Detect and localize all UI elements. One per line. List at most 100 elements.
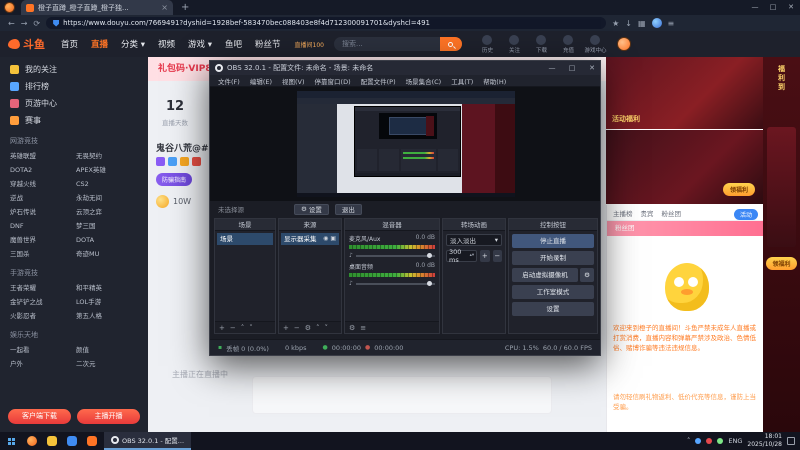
chat-tab[interactable]: 主播榜	[613, 208, 633, 218]
speaker-icon[interactable]: ♪	[349, 252, 353, 259]
sidebar-game-link[interactable]: 梦三国	[76, 219, 142, 233]
obs-menu-item[interactable]: 停靠窗口(D)	[310, 76, 356, 86]
lock-icon[interactable]: ▣	[330, 233, 336, 245]
sidebar-game-link[interactable]: 炉石传说	[10, 205, 76, 219]
add-scene-icon[interactable]: +	[219, 324, 225, 332]
sidebar-section-title[interactable]: 娱乐天地	[0, 323, 148, 343]
nav-item[interactable]: 首页	[61, 38, 78, 50]
sidebar-game-link[interactable]: 户外	[10, 357, 76, 371]
tray-app-icon[interactable]	[717, 438, 723, 444]
studio-mode-button[interactable]: 工作室模式	[512, 285, 594, 299]
remove-scene-icon[interactable]: −	[230, 324, 236, 332]
search-button[interactable]	[440, 37, 462, 51]
mixer-gear-icon[interactable]: ⚙	[349, 324, 355, 332]
start-recording-button[interactable]: 开始录制	[512, 251, 594, 265]
mixer-dock-title[interactable]: 混音器	[345, 219, 439, 231]
sidebar-game-link[interactable]: 云顶之弈	[76, 205, 142, 219]
sidebar-game-link[interactable]: DOTA	[76, 233, 142, 247]
sidebar-section-title[interactable]: 网游竞技	[0, 129, 148, 149]
sidebar-game-link[interactable]: CS2	[76, 177, 142, 191]
obs-maximize-button[interactable]: □	[564, 61, 580, 75]
sidebar-game-link[interactable]: 金铲铲之战	[10, 295, 76, 309]
sidebar-section-title[interactable]: 手游竞技	[0, 261, 148, 281]
taskbar-clock[interactable]: 18:01 2025/10/28	[747, 433, 782, 449]
volume-slider[interactable]	[356, 255, 435, 257]
transition-select[interactable]: 淡入淡出 ▾	[446, 234, 502, 246]
go-live-button[interactable]: 主播开播	[77, 409, 140, 424]
notification-center-icon[interactable]	[787, 437, 795, 445]
right-skin-ad[interactable]: 福利到 领福利	[763, 57, 800, 432]
promo-card-2[interactable]: 领福利	[606, 130, 763, 204]
sidebar-game-link[interactable]: 颜值	[76, 343, 142, 357]
browser-logo-icon[interactable]	[4, 2, 15, 13]
source-item[interactable]: 显示器采集 ◉ ▣	[281, 233, 339, 245]
active-tab[interactable]: 橙子直蹲_橙子直蹲_橙子独... ×	[21, 0, 173, 15]
transitions-dock-title[interactable]: 转场动画	[443, 219, 505, 231]
sidebar-game-link[interactable]: 永劫无间	[76, 191, 142, 205]
obs-titlebar[interactable]: OBS 32.0.1 - 配置文件: 未命名 - 场景: 未命名 — □ ✕	[210, 61, 600, 75]
sidebar-game-link[interactable]: DOTA2	[10, 163, 76, 177]
transition-duration-input[interactable]: 300 ms ▴▾	[446, 250, 477, 262]
nav-item[interactable]: 分类 ▾	[121, 38, 145, 50]
sidebar-game-link[interactable]: APEX英雄	[76, 163, 142, 177]
remove-source-icon[interactable]: −	[294, 324, 300, 332]
tray-app-icon[interactable]	[695, 438, 701, 444]
chat-tab[interactable]: 粉丝团	[662, 208, 682, 218]
mixer-menu-icon[interactable]: ≡	[360, 324, 366, 332]
language-indicator[interactable]: ENG	[728, 437, 742, 445]
browser-menu-icon[interactable]: ≡	[668, 19, 675, 28]
room-tag[interactable]: 防骗指南	[156, 173, 192, 186]
sidebar-game-link[interactable]: 英雄联盟	[10, 149, 76, 163]
user-menu-item[interactable]: 下载	[528, 35, 555, 54]
settings-button[interactable]: 设置	[512, 302, 594, 316]
scene-item[interactable]: 场景	[217, 233, 273, 245]
new-tab-button[interactable]: +	[181, 2, 189, 13]
exit-button[interactable]: 退出	[335, 204, 362, 215]
nav-item[interactable]: 游戏 ▾	[188, 38, 212, 50]
obs-menu-item[interactable]: 编辑(E)	[245, 76, 277, 86]
sidebar-game-link[interactable]: 二次元	[76, 357, 142, 371]
sidebar-quick-item[interactable]: 赛事	[0, 112, 148, 129]
scenes-dock-title[interactable]: 场景	[215, 219, 275, 231]
add-source-icon[interactable]: +	[283, 324, 289, 332]
sidebar-quick-item[interactable]: 我的关注	[0, 61, 148, 78]
taskbar-browser-icon[interactable]	[22, 432, 42, 450]
nav-item[interactable]: 鱼吧	[225, 38, 242, 50]
sidebar-quick-item[interactable]: 页游中心	[0, 95, 148, 112]
fan-club-banner[interactable]: 粉丝团	[607, 221, 763, 236]
promo-button[interactable]: 领福利	[723, 183, 755, 196]
obs-menu-item[interactable]: 场景集合(C)	[401, 76, 447, 86]
spinner-arrows-icon[interactable]: ▴▾	[470, 254, 475, 259]
scene-down-icon[interactable]: ˅	[249, 324, 253, 332]
virtual-camera-button[interactable]: 启动虚拟摄像机	[512, 268, 578, 282]
user-menu-item[interactable]: 游戏中心	[582, 35, 609, 54]
nav-item[interactable]: 直播	[91, 38, 108, 50]
client-download-button[interactable]: 客户端下载	[8, 409, 71, 424]
favorite-star-icon[interactable]: ★	[612, 19, 619, 28]
nav-item[interactable]: 粉丝节	[255, 38, 281, 50]
user-menu-item[interactable]: 充值	[555, 35, 582, 54]
douyu-logo[interactable]: 斗鱼	[8, 36, 45, 52]
sidebar-game-link[interactable]: DNF	[10, 219, 76, 233]
taskbar-chat-icon[interactable]	[62, 432, 82, 450]
sidebar-game-link[interactable]: 和平精英	[76, 281, 142, 295]
back-icon[interactable]: ←	[8, 19, 15, 28]
browser-maximize-button[interactable]: □	[764, 0, 782, 15]
start-button[interactable]	[0, 432, 22, 450]
user-menu-item[interactable]: 历史	[474, 35, 501, 54]
volume-slider[interactable]	[356, 283, 435, 285]
search-box[interactable]: 搜索...	[334, 37, 462, 51]
activity-pill[interactable]: 活动	[734, 209, 758, 220]
slider-thumb[interactable]	[427, 253, 432, 258]
skin-claim-button[interactable]: 领福利	[766, 257, 797, 270]
sidebar-game-link[interactable]: 无畏契约	[76, 149, 142, 163]
obs-close-button[interactable]: ✕	[584, 61, 600, 75]
user-menu-item[interactable]: 关注	[501, 35, 528, 54]
sidebar-quick-item[interactable]: 排行榜	[0, 78, 148, 95]
tab-close-icon[interactable]: ×	[161, 3, 168, 12]
remove-transition-button[interactable]: −	[493, 250, 502, 262]
refresh-icon[interactable]: ⟳	[33, 19, 40, 28]
add-transition-button[interactable]: +	[480, 250, 489, 262]
virtual-camera-settings-button[interactable]: ⚙	[580, 268, 594, 282]
downloads-icon[interactable]: ↓	[625, 19, 632, 28]
